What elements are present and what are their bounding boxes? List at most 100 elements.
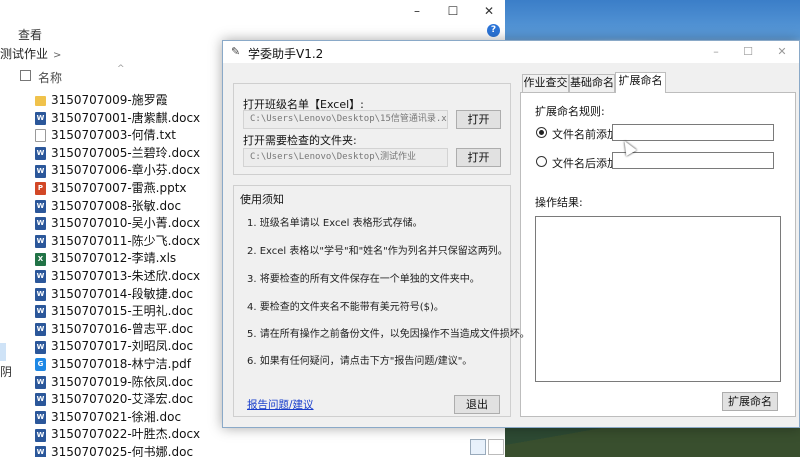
breadcrumb[interactable]: 测试作业 > [0, 45, 61, 62]
file-list-item[interactable]: W 3150707020-艾泽宏.doc [35, 391, 225, 409]
file-list-item[interactable]: W 3150707021-徐湘.doc [35, 409, 225, 427]
maximize-icon[interactable]: ☐ [740, 44, 756, 60]
minimize-icon[interactable]: – [408, 2, 426, 20]
file-list-item[interactable]: W 3150707013-朱述欣.docx [35, 268, 225, 286]
folder-file-icon [35, 95, 46, 106]
file-list-item[interactable]: 3150707003-何倩.txt [35, 127, 225, 145]
column-name-header[interactable]: 名称 [38, 69, 62, 86]
word-file-icon: W [35, 305, 46, 319]
word-file-icon: W [35, 164, 46, 178]
open-folder-label: 打开需要检查的文件夹: [243, 134, 357, 147]
file-list-item[interactable]: W 3150707011-陈少飞.docx [35, 233, 225, 251]
maximize-icon[interactable]: ☐ [444, 2, 462, 20]
word-file-icon: W [35, 217, 46, 231]
suffix-input[interactable] [612, 152, 774, 169]
file-name: 3150707019-陈依凤.doc [51, 374, 194, 389]
prefix-input[interactable] [612, 124, 774, 141]
file-name: 3150707005-兰碧玲.docx [51, 145, 201, 160]
word-file-icon: W [35, 375, 46, 389]
tab-homework-check[interactable]: 作业查交 [522, 74, 569, 92]
word-file-icon: W [35, 199, 46, 213]
app-window: ✎ 学委助手V1.2 – ☐ ✕ 打开班级名单【Excel】: C:\Users… [222, 40, 800, 428]
txt-file-icon [35, 129, 46, 143]
file-list-item[interactable]: P 3150707007-雷燕.pptx [35, 180, 225, 198]
word-file-icon: W [35, 287, 46, 301]
breadcrumb-folder[interactable]: 测试作业 [0, 47, 48, 61]
word-file-icon: W [35, 340, 46, 354]
status-bar [0, 438, 505, 457]
extended-rename-button[interactable]: 扩展命名 [722, 392, 778, 411]
file-name: 3150707018-林宁洁.pdf [51, 356, 191, 371]
file-name: 3150707020-艾泽宏.doc [51, 392, 194, 407]
file-list-item[interactable]: W 3150707010-吴小菁.docx [35, 215, 225, 233]
app-title: 学委助手V1.2 [248, 47, 324, 61]
nav-pane-selection [0, 343, 6, 361]
file-name: 3150707013-朱述欣.docx [51, 268, 201, 283]
extended-rename-panel: 扩展命名规则: 文件名前添加 文件名后添加 操作结果: 扩展命名 [520, 92, 796, 417]
suffix-radio[interactable] [536, 156, 547, 167]
result-label: 操作结果: [535, 196, 583, 209]
result-output[interactable] [535, 216, 781, 382]
word-file-icon: W [35, 235, 46, 249]
details-view-icon[interactable] [470, 439, 486, 455]
file-list-item[interactable]: G 3150707018-林宁洁.pdf [35, 356, 225, 374]
file-name: 3150707014-段敏捷.doc [51, 286, 194, 301]
app-titlebar: ✎ 学委助手V1.2 – ☐ ✕ [223, 41, 799, 63]
file-list-item[interactable]: 3150707009-施罗霞 [35, 92, 225, 110]
prefix-radio[interactable] [536, 127, 547, 138]
file-selection-group: 打开班级名单【Excel】: C:\Users\Lenovo\Desktop\1… [233, 83, 511, 175]
select-all-checkbox[interactable] [20, 70, 31, 81]
file-list-item[interactable]: X 3150707012-李靖.xls [35, 250, 225, 268]
file-name: 3150707011-陈少飞.docx [51, 233, 201, 248]
explorer-titlebar: – ☐ ✕ [0, 0, 505, 22]
help-icon[interactable]: ? [487, 24, 500, 37]
tab-extended-rename[interactable]: 扩展命名 [615, 72, 666, 93]
notice-title: 使用须知 [240, 193, 284, 206]
file-name: 3150707008-张敏.doc [51, 198, 182, 213]
file-list-item[interactable]: W 3150707014-段敏捷.doc [35, 286, 225, 304]
large-icons-view-icon[interactable] [488, 439, 504, 455]
suffix-option-label[interactable]: 文件名后添加 [552, 155, 618, 171]
app-logo-icon: ✎ [231, 45, 241, 58]
file-name: 3150707003-何倩.txt [51, 128, 177, 143]
pdf-file-icon: G [35, 358, 46, 372]
open-folder-button[interactable]: 打开 [456, 148, 501, 167]
sort-caret-icon: ^ [117, 64, 125, 74]
file-name: 3150707001-唐紫麒.docx [51, 110, 201, 125]
file-list-item[interactable]: W 3150707019-陈依凤.doc [35, 374, 225, 392]
file-name: 3150707017-刘昭凤.doc [51, 339, 194, 354]
tab-basic-rename[interactable]: 基础命名 [569, 74, 615, 92]
prefix-option-label[interactable]: 文件名前添加 [552, 126, 618, 142]
minimize-icon[interactable]: – [708, 44, 724, 60]
file-name: 3150707015-王明礼.doc [51, 304, 194, 319]
menu-view[interactable]: 查看 [18, 26, 42, 43]
excel-file-icon: X [35, 252, 46, 266]
notice-item: 5. 请在所有操作之前备份文件，以免因操作不当造成文件损坏。 [247, 329, 530, 340]
folder-path-field[interactable]: C:\Users\Lenovo\Desktop\测试作业 [243, 148, 448, 167]
notice-item: 1. 班级名单请以 Excel 表格形式存储。 [247, 218, 423, 229]
file-list-item[interactable]: W 3150707001-唐紫麒.docx [35, 110, 225, 128]
ppt-file-icon: P [35, 182, 46, 196]
open-list-button[interactable]: 打开 [456, 110, 501, 129]
file-list-item[interactable]: W 3150707006-章小芬.docx [35, 162, 225, 180]
word-file-icon: W [35, 393, 46, 407]
file-list-item[interactable]: W 3150707008-张敏.doc [35, 198, 225, 216]
report-issue-link[interactable]: 报告问题/建议 [247, 397, 314, 412]
word-file-icon: W [35, 111, 46, 125]
file-list-item[interactable]: W 3150707017-刘昭凤.doc [35, 338, 225, 356]
list-path-field[interactable]: C:\Users\Lenovo\Desktop\15信管通讯录.xls [243, 110, 448, 129]
file-name: 3150707009-施罗霞 [51, 93, 168, 107]
file-name: 3150707010-吴小菁.docx [51, 216, 201, 231]
notice-item: 3. 将要检查的所有文件保存在一个单独的文件夹中。 [247, 274, 480, 285]
file-list-item[interactable]: W 3150707016-曾志平.doc [35, 321, 225, 339]
nav-pane-item[interactable]: 阴 [0, 363, 12, 380]
close-icon[interactable]: ✕ [774, 44, 790, 60]
chevron-right-icon[interactable]: > [53, 50, 61, 61]
file-name: 3150707007-雷燕.pptx [51, 180, 187, 195]
file-list-item[interactable]: W 3150707015-王明礼.doc [35, 303, 225, 321]
exit-button[interactable]: 退出 [454, 395, 500, 414]
file-name: 3150707006-章小芬.docx [51, 163, 201, 178]
close-icon[interactable]: ✕ [480, 2, 498, 20]
file-list-item[interactable]: W 3150707005-兰碧玲.docx [35, 145, 225, 163]
notice-item: 6. 如果有任何疑问，请点击下方"报告问题/建议"。 [247, 356, 473, 367]
